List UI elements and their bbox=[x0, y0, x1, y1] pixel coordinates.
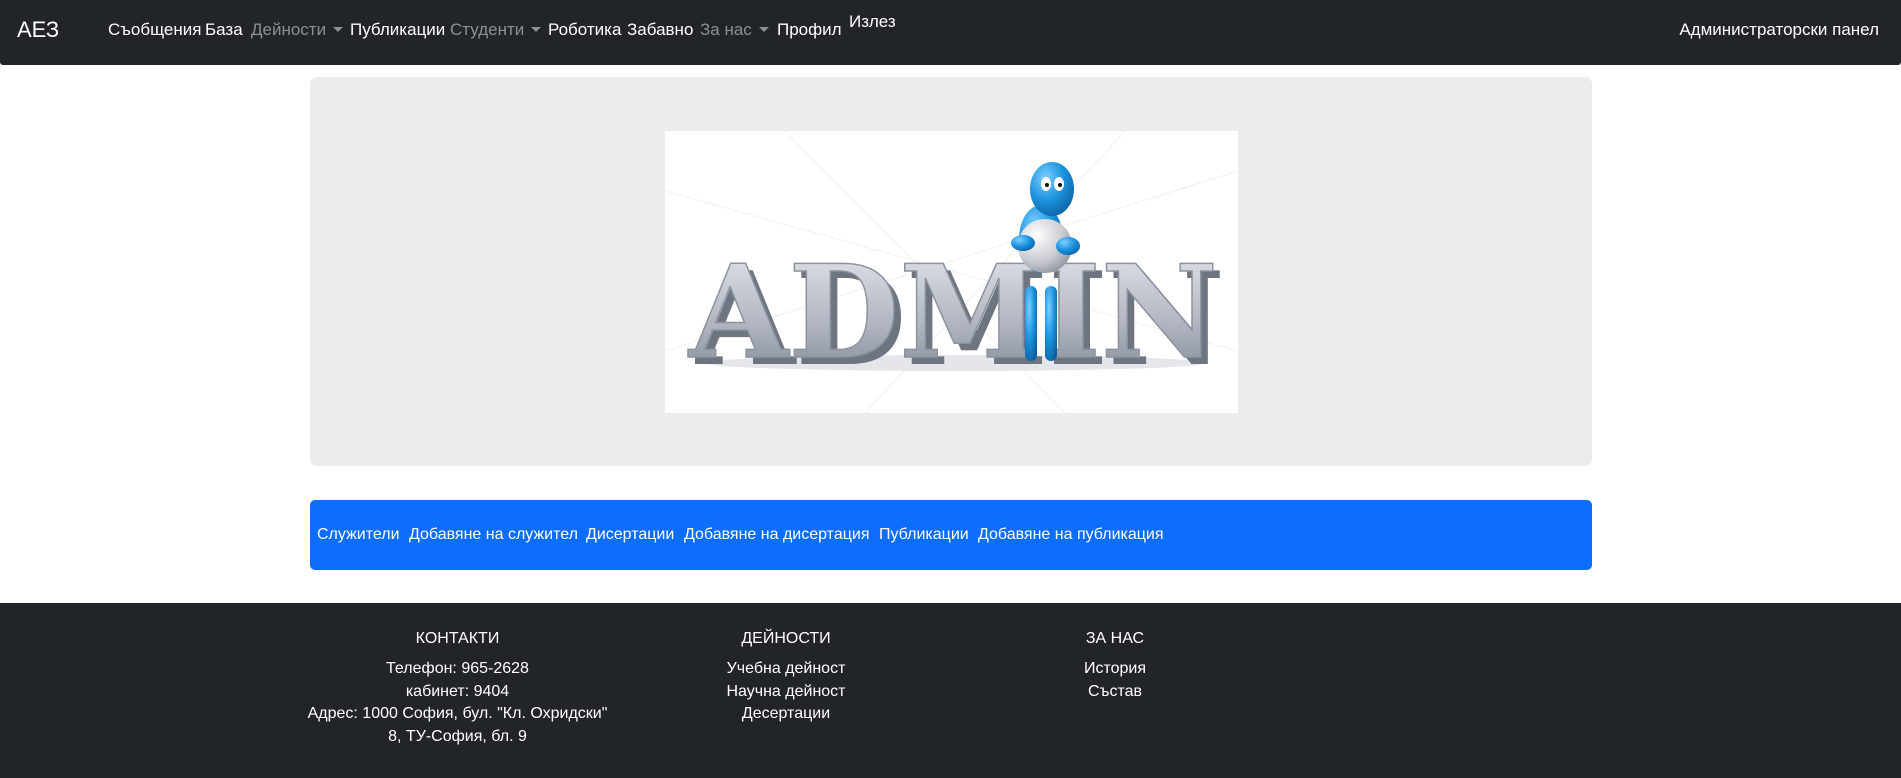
admin-illustration: ADMIN ADMIN bbox=[665, 131, 1238, 413]
footer-activities-heading: ДЕЙНОСТИ bbox=[741, 630, 831, 647]
link-add-dissertation[interactable]: Добавяне на дисертация bbox=[684, 526, 869, 544]
link-add-publication[interactable]: Добавяне на публикация bbox=[978, 526, 1164, 544]
footer-about-heading: ЗА НАС bbox=[1085, 630, 1145, 647]
footer-link-dissertations[interactable]: Десертации bbox=[686, 703, 886, 726]
footer-address-cont: 8, ТУ-София, бл. 9 bbox=[388, 727, 527, 745]
nav-item-fun[interactable]: Забавно bbox=[627, 20, 693, 40]
nav-item-publications[interactable]: Публикации bbox=[350, 20, 445, 40]
nav-item-logout[interactable]: Излез bbox=[849, 12, 896, 32]
admin-word: ADMIN bbox=[688, 238, 1218, 388]
nav-item-students-label: Студенти bbox=[450, 20, 525, 39]
nav-item-base[interactable]: База bbox=[205, 20, 243, 40]
admin-hero-image: ADMIN ADMIN bbox=[665, 131, 1238, 413]
caret-down-icon bbox=[758, 27, 769, 32]
top-navbar: АЕЗ Съобщения База Дейности Публикации С… bbox=[0, 0, 1901, 65]
footer-activities: ДЕЙНОСТИ Учебна дейност Научна дейност Д… bbox=[686, 630, 886, 726]
link-add-employee[interactable]: Добавяне на служител bbox=[409, 526, 578, 544]
footer-about: ЗА НАС История Състав bbox=[1035, 630, 1195, 703]
nav-item-messages[interactable]: Съобщения bbox=[108, 20, 201, 40]
brand-logo[interactable]: АЕЗ bbox=[17, 17, 59, 43]
footer-link-staff[interactable]: Състав bbox=[1035, 681, 1195, 704]
link-employees[interactable]: Служители bbox=[317, 526, 400, 544]
nav-item-activities-dropdown[interactable]: Дейности bbox=[251, 20, 344, 40]
footer-contacts-heading: КОНТАКТИ bbox=[415, 630, 500, 647]
nav-item-robotics[interactable]: Роботика bbox=[548, 20, 621, 40]
page-footer: КОНТАКТИ Телефон: 965-2628 кабинет: 9404… bbox=[0, 603, 1901, 778]
footer-phone: Телефон: 965-2628 bbox=[386, 660, 529, 677]
link-publications[interactable]: Публикации bbox=[879, 526, 969, 544]
footer-office: кабинет: 9404 bbox=[405, 682, 510, 700]
nav-item-profile[interactable]: Профил bbox=[777, 20, 842, 40]
footer-contacts: КОНТАКТИ Телефон: 965-2628 кабинет: 9404… bbox=[290, 630, 625, 748]
nav-item-students-dropdown[interactable]: Студенти bbox=[450, 20, 542, 40]
footer-address: Адрес: 1000 София, бул. "Кл. Охридски" bbox=[307, 705, 608, 722]
nav-item-activities-label: Дейности bbox=[251, 20, 327, 39]
footer-link-research[interactable]: Научна дейност bbox=[686, 681, 886, 704]
hero-jumbotron: ADMIN ADMIN bbox=[310, 77, 1592, 466]
nav-item-about-label: За нас bbox=[700, 20, 752, 39]
admin-panel-link[interactable]: Администраторски панел bbox=[1679, 20, 1879, 40]
caret-down-icon bbox=[333, 27, 344, 32]
admin-links-bar: Служители Добавяне на служител Дисертаци… bbox=[310, 500, 1592, 570]
caret-down-icon bbox=[531, 27, 542, 32]
nav-item-about-dropdown[interactable]: За нас bbox=[700, 20, 769, 40]
footer-link-history[interactable]: История bbox=[1035, 658, 1195, 681]
link-dissertations[interactable]: Дисертации bbox=[586, 526, 674, 544]
footer-link-teaching[interactable]: Учебна дейност bbox=[686, 658, 886, 681]
